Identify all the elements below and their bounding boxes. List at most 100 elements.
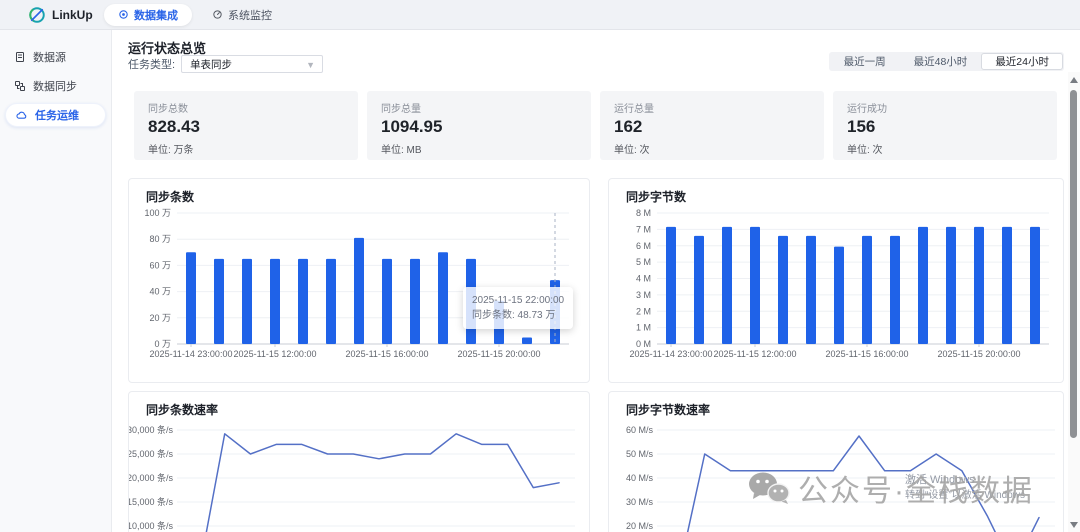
chart-title: 同步条数速率	[146, 401, 218, 418]
chart-sync-count: 同步条数 100 万 80 万 60 万 40 万 20 万 0 万2025-11-14 …	[128, 178, 590, 383]
bar-chart-canvas[interactable]: 100 万 80 万 60 万 40 万 20 万 0 万2025-11-14 23:00…	[129, 179, 590, 383]
sidebar: 数据源 数据同步 任务运维	[0, 30, 112, 532]
svg-text:2025-11-14 23:00:00: 2025-11-14 23:00:00	[150, 349, 233, 359]
sidebar-item-label: 数据同步	[33, 78, 77, 94]
svg-text:2 M: 2 M	[636, 306, 651, 316]
svg-text:2025-11-15 12:00:00: 2025-11-15 12:00:00	[714, 349, 797, 359]
chart-title: 同步条数	[146, 188, 194, 205]
svg-text:60 M/s: 60 M/s	[626, 425, 654, 435]
task-type-filter: 任务类型: 单表同步 ▼	[128, 55, 323, 73]
stat-card-run-success: 运行成功 156 单位: 次	[833, 91, 1057, 160]
svg-text:1 M: 1 M	[636, 323, 651, 333]
svg-text:2025-11-15 20:00:00: 2025-11-15 20:00:00	[458, 349, 541, 359]
svg-text:4 M: 4 M	[636, 274, 651, 284]
svg-text:80 万: 80 万	[149, 234, 171, 244]
svg-text:30 M/s: 30 M/s	[626, 497, 654, 507]
wechat-watermark: 公众号·全栈数据	[748, 466, 1034, 510]
svg-text:8 M: 8 M	[636, 208, 651, 218]
sidebar-item-task-ops[interactable]: 任务运维	[5, 103, 106, 127]
time-range-48h[interactable]: 最近48小时	[900, 53, 982, 70]
integration-icon	[118, 9, 129, 20]
stat-label: 同步总量	[381, 100, 577, 115]
chart-sync-bytes: 同步字节数 8 M7 M6 M5 M4 M3 M2 M1 M0 M2025-11…	[608, 178, 1064, 383]
bar-chart-canvas[interactable]: 8 M 7 M 6 M 5 M 4 M 3 M 2 M 1 M 0 M2025-11-14 23…	[609, 179, 1064, 383]
tab-data-integration[interactable]: 数据集成	[104, 4, 192, 26]
stat-card-sync-volume: 同步总量 1094.95 单位: MB	[367, 91, 591, 160]
svg-text:3 M: 3 M	[636, 290, 651, 300]
sidebar-item-label: 任务运维	[35, 107, 79, 123]
svg-text:20 M/s: 20 M/s	[626, 521, 654, 531]
scrollbar-down-icon[interactable]	[1070, 522, 1078, 528]
time-range-24h[interactable]: 最近24小时	[981, 53, 1063, 70]
svg-text:2025-11-15 12:00:00: 2025-11-15 12:00:00	[234, 349, 317, 359]
app-logo: LinkUp	[0, 6, 112, 24]
wechat-icon	[748, 471, 790, 505]
sidebar-item-datasync[interactable]: 数据同步	[5, 74, 106, 98]
task-type-select[interactable]: 单表同步 ▼	[181, 55, 323, 73]
tooltip-value: 同步条数: 48.73 万	[472, 308, 564, 323]
stat-label: 同步总数	[148, 100, 344, 115]
task-type-label: 任务类型:	[128, 56, 175, 72]
time-range-week[interactable]: 最近一周	[830, 53, 900, 70]
stat-card-run-total: 运行总量 162 单位: 次	[600, 91, 824, 160]
stat-card-sync-count: 同步总数 828.43 单位: 万条	[134, 91, 358, 160]
datasync-icon	[14, 80, 26, 92]
tab-label: 数据集成	[134, 7, 178, 23]
scrollbar-up-icon[interactable]	[1070, 77, 1078, 83]
tab-system-monitor[interactable]: 系统监控	[198, 4, 286, 26]
svg-text:50 M/s: 50 M/s	[626, 449, 654, 459]
app-title: LinkUp	[52, 8, 93, 22]
svg-text:6 M: 6 M	[636, 241, 651, 251]
stat-value: 1094.95	[381, 117, 577, 137]
stat-unit: 单位: MB	[381, 141, 577, 156]
app-window: LinkUp 数据集成 系统监控	[0, 0, 1080, 532]
chart-sync-count-rate: 同步条数速率 30,000 条/s 25,000 条/s 20,000 条/s 15,…	[128, 391, 590, 532]
tooltip-time: 2025-11-15 22:00:00	[472, 293, 564, 308]
stat-value: 162	[614, 117, 810, 137]
svg-text:40 万: 40 万	[149, 287, 171, 297]
top-nav: 数据集成 系统监控	[104, 4, 286, 26]
time-range-control: 最近一周 最近48小时 最近24小时	[829, 52, 1064, 71]
stat-unit: 单位: 次	[847, 141, 1043, 156]
svg-text:2025-11-15 20:00:00: 2025-11-15 20:00:00	[938, 349, 1021, 359]
svg-text:20 万: 20 万	[149, 313, 171, 323]
svg-text:5 M: 5 M	[636, 257, 651, 267]
sidebar-item-datasource[interactable]: 数据源	[5, 45, 106, 69]
stat-label: 运行总量	[614, 100, 810, 115]
linkup-logo-icon	[28, 6, 46, 24]
top-bar: LinkUp 数据集成 系统监控	[0, 0, 1080, 30]
wechat-watermark-text: 公众号·全栈数据	[798, 466, 1034, 510]
sidebar-item-label: 数据源	[33, 49, 66, 65]
svg-text:10,000 条/s: 10,000 条/s	[129, 520, 173, 531]
main-content: 运行状态总览 任务类型: 单表同步 ▼ 最近一周 最近48小时 最近24小时 同…	[112, 30, 1068, 532]
svg-text:0 M: 0 M	[636, 339, 651, 349]
svg-text:60 万: 60 万	[149, 260, 171, 270]
monitor-icon	[212, 9, 223, 20]
svg-text:20,000 条/s: 20,000 条/s	[129, 472, 173, 483]
svg-text:2025-11-14 23:00:00: 2025-11-14 23:00:00	[630, 349, 713, 359]
chevron-down-icon: ▼	[306, 60, 315, 70]
svg-text:25,000 条/s: 25,000 条/s	[129, 448, 173, 459]
stat-unit: 单位: 次	[614, 141, 810, 156]
chart-sync-bytes-rate: 同步字节数速率 60 M/s 50 M/s 40 M/s 30 M/s 20 M/s	[608, 391, 1064, 532]
chart-tooltip: 2025-11-15 22:00:00 同步条数: 48.73 万	[463, 287, 573, 329]
svg-text:30,000 条/s: 30,000 条/s	[129, 424, 173, 435]
stat-cards: 同步总数 828.43 单位: 万条 同步总量 1094.95 单位: MB 运…	[134, 91, 1057, 160]
svg-text:40 M/s: 40 M/s	[626, 473, 654, 483]
svg-text:2025-11-15 16:00:00: 2025-11-15 16:00:00	[826, 349, 909, 359]
vertical-scrollbar[interactable]	[1068, 72, 1080, 532]
cloud-icon	[15, 109, 28, 122]
task-type-value: 单表同步	[190, 57, 232, 72]
svg-text:100 万: 100 万	[144, 208, 171, 218]
svg-text:0 万: 0 万	[154, 339, 171, 349]
scrollbar-thumb[interactable]	[1070, 90, 1077, 438]
svg-text:15,000 条/s: 15,000 条/s	[129, 496, 173, 507]
svg-text:2025-11-15 16:00:00: 2025-11-15 16:00:00	[346, 349, 429, 359]
stat-unit: 单位: 万条	[148, 141, 344, 156]
stat-value: 156	[847, 117, 1043, 137]
svg-text:7 M: 7 M	[636, 224, 651, 234]
tab-label: 系统监控	[228, 7, 272, 23]
chart-title: 同步字节数速率	[626, 401, 710, 418]
stat-value: 828.43	[148, 117, 344, 137]
datasource-icon	[14, 51, 26, 63]
